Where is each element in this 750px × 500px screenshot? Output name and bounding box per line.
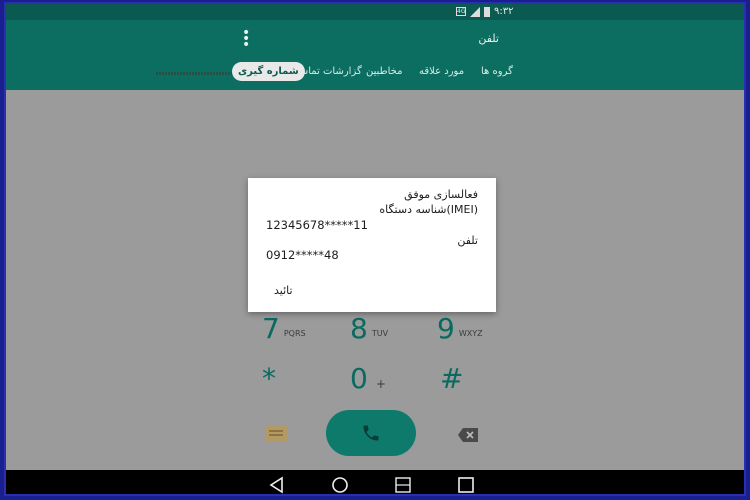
tab-groups[interactable]: گروه ها [481,66,513,77]
battery-icon [484,6,490,17]
call-button[interactable] [326,410,416,456]
dial-key-digit: 8 [350,312,368,345]
dial-key-8[interactable]: 8 TUV [350,312,388,345]
status-bar: 4G ۹:۳۲ [6,4,744,20]
dial-key-0[interactable]: 0 + [350,362,386,395]
app-bar: تلفن • • • گروه ها مورد علاقه مخاطبین گزار… [6,20,744,90]
dialog-title: فعالسازی موفق [404,188,478,201]
dial-key-digit: # [440,362,464,395]
app-title: تلفن [478,32,499,45]
backspace-icon[interactable] [458,427,478,442]
dial-key-digit: 0 [350,362,368,395]
tab-contacts[interactable]: مخاطبین [366,66,402,77]
status-time: ۹:۳۲ [494,6,514,17]
recent-apps-icon[interactable] [457,476,475,494]
dial-key-9[interactable]: 9 WXYZ [437,312,483,345]
imei-label: شناسه دستگاه(IMEI) [379,203,478,216]
dial-key-star[interactable]: * [262,362,276,395]
sim-4g-icon: 4G [456,7,466,16]
dial-key-letters: TUV [371,329,389,338]
dial-key-7[interactable]: 7 PQRS [262,312,306,345]
navigation-bar [6,470,744,494]
signal-icon [470,6,480,17]
dial-key-digit: 9 [437,312,455,345]
activation-dialog: فعالسازی موفق شناسه دستگاه(IMEI) 1234567… [248,178,496,312]
phone-value: 0912*****48 [266,248,339,262]
dial-key-letters: WXYZ [458,329,483,338]
tab-favorites[interactable]: مورد علاقه [419,66,464,77]
message-icon[interactable] [265,426,287,442]
imei-value: 12345678*****11 [266,218,368,232]
tab-dialer[interactable]: شماره گیری [232,62,305,81]
ok-button[interactable]: تائید [274,284,293,297]
overflow-menu-icon[interactable]: • • • [242,26,250,52]
phone-screen: 4G ۹:۳۲ تلفن • • • گروه ها مورد علاقه مخاط… [4,2,746,496]
dial-key-letters: + [375,376,386,391]
home-icon[interactable] [331,476,349,494]
dual-window-icon[interactable] [394,476,412,494]
phone-label: تلفن [457,234,478,247]
tab-bar: گروه ها مورد علاقه مخاطبین گزارشات تماس … [156,62,516,86]
phone-icon [363,425,379,441]
dial-key-digit: * [262,362,276,395]
back-icon[interactable] [268,476,286,494]
dial-key-letters: PQRS [283,329,306,338]
tab-call-log[interactable]: گزارشات تماس [296,66,362,77]
dial-key-hash[interactable]: # [440,362,463,395]
dial-key-digit: 7 [262,312,280,345]
tab-scroll-indicator [156,72,232,75]
